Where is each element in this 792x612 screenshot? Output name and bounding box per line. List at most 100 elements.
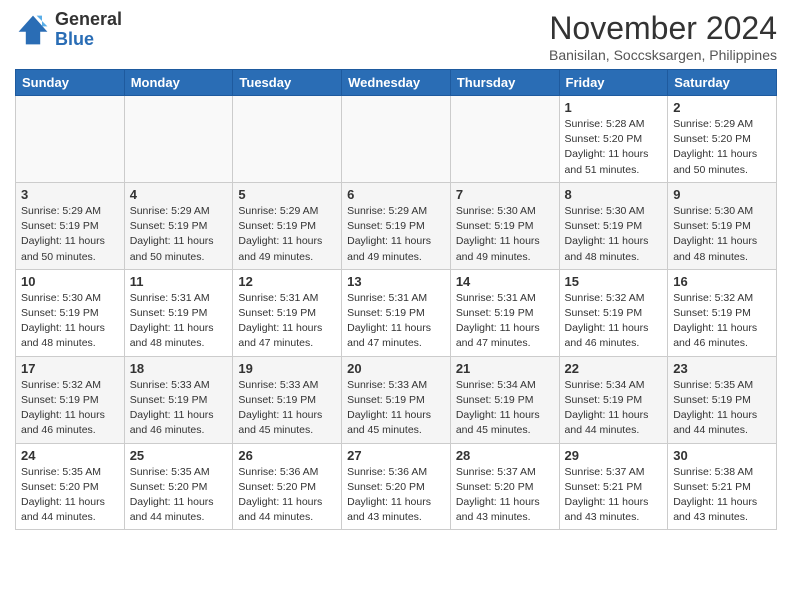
- calendar-day-cell: 8 Sunrise: 5:30 AM Sunset: 5:19 PM Daylig…: [559, 182, 668, 269]
- logo-blue: Blue: [55, 29, 94, 49]
- calendar-day-cell: 22 Sunrise: 5:34 AM Sunset: 5:19 PM Dayli…: [559, 356, 668, 443]
- calendar-day-cell: 13Sunrise: 5:31 AM Sunset: 5:19 PM Dayli…: [342, 269, 451, 356]
- calendar-day-cell: 10 Sunrise: 5:30 AM Sunset: 5:19 PM Dayli…: [16, 269, 125, 356]
- calendar-day-cell: 2 Sunrise: 5:29 AM Sunset: 5:20 PM Daylig…: [668, 96, 777, 183]
- day-info: Sunrise: 5:30 AM Sunset: 5:19 PM Dayligh…: [673, 204, 771, 265]
- day-number: 10: [21, 274, 119, 289]
- day-info: Sunrise: 5:31 AM Sunset: 5:19 PM Dayligh…: [130, 291, 228, 352]
- day-info: Sunrise: 5:34 AM Sunset: 5:19 PM Dayligh…: [565, 378, 663, 439]
- day-number: 3: [21, 187, 119, 202]
- calendar-week-row: 1 Sunrise: 5:28 AM Sunset: 5:20 PM Daylig…: [16, 96, 777, 183]
- day-info: Sunrise: 5:32 AM Sunset: 5:19 PM Dayligh…: [673, 291, 771, 352]
- calendar-day-cell: 21 Sunrise: 5:34 AM Sunset: 5:19 PM Dayli…: [450, 356, 559, 443]
- weekday-header: Friday: [559, 70, 668, 96]
- day-info: Sunrise: 5:30 AM Sunset: 5:19 PM Dayligh…: [565, 204, 663, 265]
- logo: General Blue: [15, 10, 122, 50]
- day-number: 21: [456, 361, 554, 376]
- weekday-header: Monday: [124, 70, 233, 96]
- calendar-day-cell: [233, 96, 342, 183]
- day-number: 28: [456, 448, 554, 463]
- calendar-day-cell: 7 Sunrise: 5:30 AM Sunset: 5:19 PM Daylig…: [450, 182, 559, 269]
- day-number: 11: [130, 274, 228, 289]
- day-info: Sunrise: 5:35 AM Sunset: 5:19 PM Dayligh…: [673, 378, 771, 439]
- calendar-week-row: 24 Sunrise: 5:35 AM Sunset: 5:20 PM Dayli…: [16, 443, 777, 530]
- day-number: 26: [238, 448, 336, 463]
- day-info: Sunrise: 5:32 AM Sunset: 5:19 PM Dayligh…: [21, 378, 119, 439]
- day-number: 24: [21, 448, 119, 463]
- calendar-day-cell: 12 Sunrise: 5:31 AM Sunset: 5:19 PM Dayli…: [233, 269, 342, 356]
- day-number: 5: [238, 187, 336, 202]
- calendar-day-cell: 4 Sunrise: 5:29 AM Sunset: 5:19 PM Daylig…: [124, 182, 233, 269]
- day-info: Sunrise: 5:29 AM Sunset: 5:19 PM Dayligh…: [21, 204, 119, 265]
- day-info: Sunrise: 5:28 AM Sunset: 5:20 PM Dayligh…: [565, 117, 663, 178]
- calendar-day-cell: 28 Sunrise: 5:37 AM Sunset: 5:20 PM Dayli…: [450, 443, 559, 530]
- day-info: Sunrise: 5:32 AM Sunset: 5:19 PM Dayligh…: [565, 291, 663, 352]
- calendar-header-row: SundayMondayTuesdayWednesdayThursdayFrid…: [16, 70, 777, 96]
- calendar-week-row: 3 Sunrise: 5:29 AM Sunset: 5:19 PM Daylig…: [16, 182, 777, 269]
- day-number: 30: [673, 448, 771, 463]
- calendar-day-cell: [450, 96, 559, 183]
- day-info: Sunrise: 5:34 AM Sunset: 5:19 PM Dayligh…: [456, 378, 554, 439]
- day-info: Sunrise: 5:36 AM Sunset: 5:20 PM Dayligh…: [347, 465, 445, 526]
- calendar-day-cell: 30 Sunrise: 5:38 AM Sunset: 5:21 PM Dayli…: [668, 443, 777, 530]
- calendar-week-row: 10 Sunrise: 5:30 AM Sunset: 5:19 PM Dayli…: [16, 269, 777, 356]
- calendar-day-cell: 1 Sunrise: 5:28 AM Sunset: 5:20 PM Daylig…: [559, 96, 668, 183]
- day-info: Sunrise: 5:35 AM Sunset: 5:20 PM Dayligh…: [130, 465, 228, 526]
- day-info: Sunrise: 5:35 AM Sunset: 5:20 PM Dayligh…: [21, 465, 119, 526]
- day-number: 27: [347, 448, 445, 463]
- day-info: Sunrise: 5:33 AM Sunset: 5:19 PM Dayligh…: [238, 378, 336, 439]
- day-number: 17: [21, 361, 119, 376]
- day-info: Sunrise: 5:30 AM Sunset: 5:19 PM Dayligh…: [21, 291, 119, 352]
- day-info: Sunrise: 5:29 AM Sunset: 5:19 PM Dayligh…: [130, 204, 228, 265]
- calendar-day-cell: 17 Sunrise: 5:32 AM Sunset: 5:19 PM Dayli…: [16, 356, 125, 443]
- day-number: 8: [565, 187, 663, 202]
- title-block: November 2024 Banisilan, Soccsksargen, P…: [549, 10, 777, 63]
- calendar-day-cell: [342, 96, 451, 183]
- day-number: 7: [456, 187, 554, 202]
- calendar-day-cell: 15 Sunrise: 5:32 AM Sunset: 5:19 PM Dayli…: [559, 269, 668, 356]
- day-number: 23: [673, 361, 771, 376]
- month-title: November 2024: [549, 10, 777, 47]
- calendar-day-cell: 20Sunrise: 5:33 AM Sunset: 5:19 PM Dayli…: [342, 356, 451, 443]
- weekday-header: Sunday: [16, 70, 125, 96]
- calendar-day-cell: 16Sunrise: 5:32 AM Sunset: 5:19 PM Dayli…: [668, 269, 777, 356]
- weekday-header: Thursday: [450, 70, 559, 96]
- day-number: 2: [673, 100, 771, 115]
- weekday-header: Wednesday: [342, 70, 451, 96]
- day-number: 4: [130, 187, 228, 202]
- day-info: Sunrise: 5:29 AM Sunset: 5:20 PM Dayligh…: [673, 117, 771, 178]
- calendar-day-cell: 11 Sunrise: 5:31 AM Sunset: 5:19 PM Dayli…: [124, 269, 233, 356]
- calendar-day-cell: 9 Sunrise: 5:30 AM Sunset: 5:19 PM Daylig…: [668, 182, 777, 269]
- calendar-day-cell: 14 Sunrise: 5:31 AM Sunset: 5:19 PM Dayli…: [450, 269, 559, 356]
- day-info: Sunrise: 5:29 AM Sunset: 5:19 PM Dayligh…: [238, 204, 336, 265]
- calendar-day-cell: 24 Sunrise: 5:35 AM Sunset: 5:20 PM Dayli…: [16, 443, 125, 530]
- day-number: 6: [347, 187, 445, 202]
- day-info: Sunrise: 5:37 AM Sunset: 5:21 PM Dayligh…: [565, 465, 663, 526]
- day-number: 18: [130, 361, 228, 376]
- calendar-table: SundayMondayTuesdayWednesdayThursdayFrid…: [15, 69, 777, 530]
- weekday-header: Saturday: [668, 70, 777, 96]
- day-info: Sunrise: 5:38 AM Sunset: 5:21 PM Dayligh…: [673, 465, 771, 526]
- day-number: 22: [565, 361, 663, 376]
- day-number: 20: [347, 361, 445, 376]
- day-number: 14: [456, 274, 554, 289]
- day-info: Sunrise: 5:31 AM Sunset: 5:19 PM Dayligh…: [456, 291, 554, 352]
- day-info: Sunrise: 5:31 AM Sunset: 5:19 PM Dayligh…: [347, 291, 445, 352]
- calendar-day-cell: 27 Sunrise: 5:36 AM Sunset: 5:20 PM Dayli…: [342, 443, 451, 530]
- calendar-day-cell: 18Sunrise: 5:33 AM Sunset: 5:19 PM Dayli…: [124, 356, 233, 443]
- weekday-header: Tuesday: [233, 70, 342, 96]
- logo-icon: [15, 12, 51, 48]
- calendar-day-cell: 26 Sunrise: 5:36 AM Sunset: 5:20 PM Dayli…: [233, 443, 342, 530]
- day-number: 12: [238, 274, 336, 289]
- calendar-day-cell: 25Sunrise: 5:35 AM Sunset: 5:20 PM Dayli…: [124, 443, 233, 530]
- calendar-day-cell: 3 Sunrise: 5:29 AM Sunset: 5:19 PM Daylig…: [16, 182, 125, 269]
- day-number: 15: [565, 274, 663, 289]
- day-info: Sunrise: 5:36 AM Sunset: 5:20 PM Dayligh…: [238, 465, 336, 526]
- calendar-day-cell: 5 Sunrise: 5:29 AM Sunset: 5:19 PM Daylig…: [233, 182, 342, 269]
- day-info: Sunrise: 5:37 AM Sunset: 5:20 PM Dayligh…: [456, 465, 554, 526]
- day-info: Sunrise: 5:31 AM Sunset: 5:19 PM Dayligh…: [238, 291, 336, 352]
- day-number: 1: [565, 100, 663, 115]
- location-subtitle: Banisilan, Soccsksargen, Philippines: [549, 47, 777, 63]
- day-info: Sunrise: 5:30 AM Sunset: 5:19 PM Dayligh…: [456, 204, 554, 265]
- day-number: 9: [673, 187, 771, 202]
